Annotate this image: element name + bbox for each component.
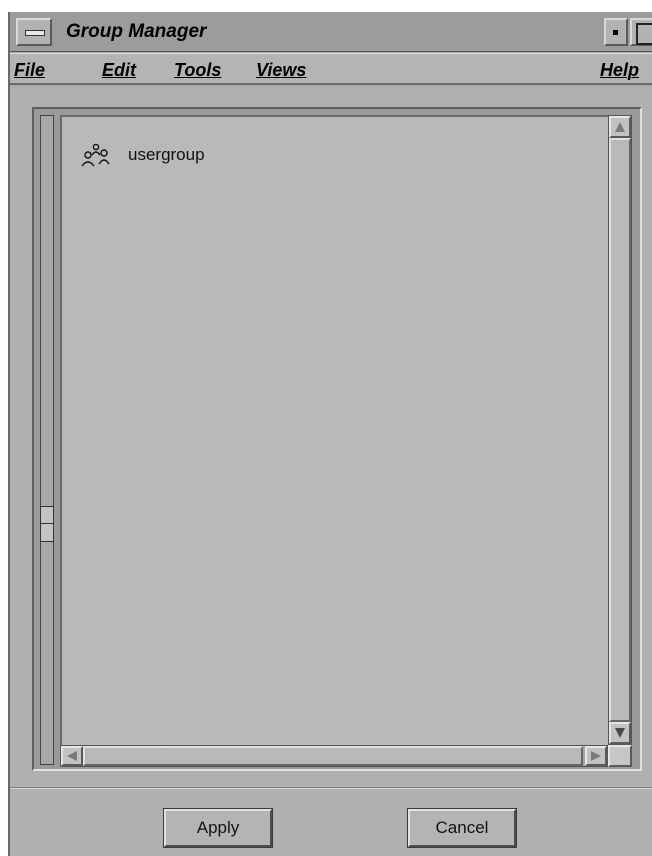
window-menu-button[interactable] (16, 18, 52, 46)
list-frame: usergroup (32, 107, 642, 771)
menu-help[interactable]: Help (600, 58, 639, 82)
menu-tools[interactable]: Tools (174, 58, 221, 82)
arrow-up-icon (615, 122, 625, 132)
grip-line (41, 523, 53, 524)
title-bar[interactable]: Group Manager (10, 12, 652, 52)
window-title: Group Manager (66, 21, 207, 42)
minimize-icon (613, 30, 618, 35)
pane-sash[interactable] (40, 115, 54, 765)
arrow-down-icon (615, 728, 625, 738)
scroll-left-button[interactable] (61, 746, 83, 766)
work-area: usergroup Apply Cancel (10, 87, 652, 856)
menu-file[interactable]: File (14, 58, 45, 82)
group-icon (81, 143, 110, 167)
maximize-icon (636, 23, 652, 45)
scroll-corner (608, 745, 632, 767)
scroll-down-button[interactable] (609, 722, 631, 744)
list-item-label: usergroup (128, 145, 205, 164)
menu-bar: File Edit Tools Views Help (10, 53, 652, 85)
group-list[interactable]: usergroup (60, 115, 608, 745)
scroll-right-button[interactable] (585, 746, 607, 766)
group-manager-window: Group Manager File Edit Tools Views Help (8, 12, 652, 856)
list-item[interactable]: usergroup (80, 141, 205, 169)
scroll-up-button[interactable] (609, 116, 631, 138)
maximize-button[interactable] (630, 18, 652, 46)
divider (10, 787, 652, 789)
vertical-scroll-thumb[interactable] (609, 138, 631, 722)
menu-edit[interactable]: Edit (102, 58, 136, 82)
horizontal-scroll-thumb[interactable] (83, 746, 583, 766)
horizontal-scrollbar[interactable] (60, 745, 608, 767)
vertical-scrollbar[interactable] (608, 115, 632, 745)
menu-views[interactable]: Views (256, 58, 306, 82)
cancel-button[interactable]: Cancel (407, 808, 517, 848)
window-menu-icon (25, 30, 45, 36)
sash-grip-handle[interactable] (40, 506, 54, 542)
minimize-button[interactable] (604, 18, 628, 46)
arrow-right-icon (591, 751, 601, 761)
apply-button[interactable]: Apply (163, 808, 273, 848)
arrow-left-icon (67, 751, 77, 761)
